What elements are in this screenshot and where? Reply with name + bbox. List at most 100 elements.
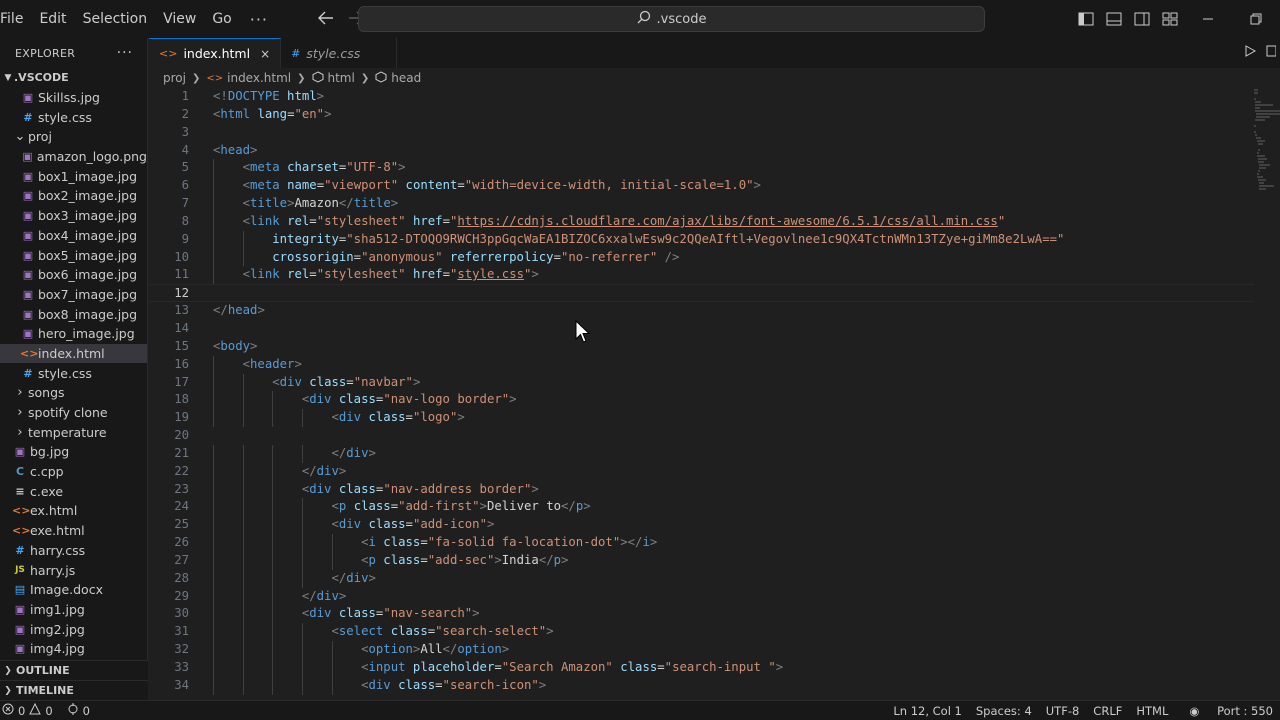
close-icon[interactable]: × — [260, 47, 270, 61]
code-line[interactable]: 8 <link rel="stylesheet" href="https://c… — [149, 212, 1254, 231]
tree-item[interactable]: ▣ box4_image.jpg — [0, 226, 147, 246]
tree-item[interactable]: ▣ box3_image.jpg — [0, 206, 147, 226]
tree-item[interactable]: › temperature — [0, 422, 147, 442]
explorer-root-folder[interactable]: ▼ .VSCODE — [0, 68, 147, 88]
tree-item[interactable]: ⌄ proj — [0, 127, 147, 147]
indentation[interactable]: Spaces: 4 — [969, 704, 1039, 718]
code-line[interactable]: 23 <div class="nav-address border"> — [149, 480, 1254, 499]
code-line[interactable]: 5 <meta charset="UTF-8"> — [149, 159, 1254, 178]
minimap[interactable] — [1254, 88, 1280, 308]
minimize-icon[interactable] — [1184, 0, 1232, 38]
menu-selection[interactable]: Selection — [75, 0, 156, 38]
live-server-port[interactable]: ◉ Port : 550 — [1175, 704, 1280, 718]
code-line[interactable]: 21 </div> — [149, 444, 1254, 463]
menu-view[interactable]: View — [155, 0, 204, 38]
customize-layout-icon[interactable] — [1156, 0, 1184, 38]
code-line[interactable]: 16 <header> — [149, 355, 1254, 374]
minimap-line — [1256, 137, 1262, 139]
split-editor-icon[interactable] — [1266, 45, 1277, 61]
code-line[interactable]: 14 — [149, 320, 1254, 338]
code-line[interactable]: 28 </div> — [149, 569, 1254, 588]
tree-item[interactable]: <> exe.html — [0, 521, 147, 541]
code-line[interactable]: 2 <html lang="en"> — [149, 106, 1254, 124]
outline-section[interactable]: ❯ OUTLINE — [0, 660, 148, 680]
tree-item[interactable]: ▣ hero_image.jpg — [0, 324, 147, 344]
tab-style-css[interactable]: # style.css — [281, 38, 398, 68]
encoding[interactable]: UTF-8 — [1039, 704, 1087, 718]
code-line[interactable]: 33 <input placeholder="Search Amazon" cl… — [149, 659, 1254, 677]
cursor-position[interactable]: Ln 12, Col 1 — [886, 704, 969, 718]
timeline-section[interactable]: ❯ TIMELINE — [0, 680, 148, 700]
tree-item[interactable]: ▣ box6_image.jpg — [0, 265, 147, 285]
toggle-secondary-sidebar-icon[interactable] — [1128, 0, 1156, 38]
code-line[interactable]: 30 <div class="nav-search"> — [149, 605, 1254, 624]
tree-item[interactable]: # style.css — [0, 107, 147, 127]
tree-item[interactable]: ▤ Image.docx — [0, 580, 147, 600]
code-line[interactable]: 11 <link rel="stylesheet" href="style.cs… — [149, 266, 1254, 285]
explorer-more-icon[interactable]: ··· — [117, 45, 133, 61]
code-line[interactable]: 17 <div class="navbar"> — [149, 373, 1254, 392]
command-center-search[interactable]: .vscode — [358, 6, 985, 32]
restore-icon[interactable] — [1232, 0, 1280, 38]
code-line[interactable]: 12 — [149, 284, 1254, 303]
code-line[interactable]: 1 <!DOCTYPE html> — [149, 88, 1254, 106]
status-problems[interactable]: 0 0 0 — [0, 702, 90, 718]
tab-index-html[interactable]: <> index.html × — [149, 38, 282, 68]
menu-more-icon[interactable]: ··· — [240, 10, 278, 29]
code-line[interactable]: 25 <div class="add-icon"> — [149, 516, 1254, 535]
code-line[interactable]: 4 <head> — [149, 142, 1254, 160]
menu-file[interactable]: File — [0, 0, 31, 38]
run-icon[interactable] — [1244, 45, 1257, 61]
code-line[interactable]: 6 <meta name="viewport" content="width=d… — [149, 177, 1254, 196]
tree-item[interactable]: ▣ box8_image.jpg — [0, 304, 147, 324]
code-line[interactable]: 7 <title>Amazon</title> — [149, 195, 1254, 213]
code-line[interactable]: 32 <option>All</option> — [149, 641, 1254, 659]
tree-item[interactable]: ▣ box7_image.jpg — [0, 285, 147, 305]
tree-item[interactable]: Cc.cpp — [0, 462, 147, 482]
tree-item[interactable]: ▣ box1_image.jpg — [0, 166, 147, 186]
tree-item[interactable]: ▣ img2.jpg — [0, 619, 147, 639]
code-line[interactable]: 22 </div> — [149, 462, 1254, 481]
tree-item[interactable]: ▣ bg.jpg — [0, 442, 147, 462]
tree-item[interactable]: JS harry.js — [0, 560, 147, 580]
toggle-primary-sidebar-icon[interactable] — [1072, 0, 1100, 38]
tree-item[interactable]: <> ex.html — [0, 501, 147, 521]
tree-item[interactable]: # style.css — [0, 363, 147, 383]
language-mode[interactable]: HTML — [1129, 704, 1175, 718]
code-line[interactable]: 20 — [149, 427, 1254, 445]
tree-item[interactable]: ▣ img4.jpg — [0, 639, 147, 659]
breadcrumb-item-proj[interactable]: proj — [163, 71, 186, 85]
code-line[interactable]: 19 <div class="logo"> — [149, 409, 1254, 428]
code-line[interactable]: 34 <div class="search-icon"> — [149, 676, 1254, 695]
breadcrumb-item-index-html[interactable]: index.html — [227, 71, 291, 85]
tree-item[interactable]: › songs — [0, 383, 147, 403]
code-line[interactable]: 31 <select class="search-select"> — [149, 623, 1254, 642]
arrow-left-icon[interactable] — [316, 10, 336, 29]
tree-item[interactable]: <> index.html — [0, 343, 147, 364]
code-line[interactable]: 9 integrity="sha512-DTOQO9RWCH3ppGqcWaEA… — [149, 230, 1254, 249]
code-line[interactable]: 18 <div class="nav-logo border"> — [149, 391, 1254, 410]
end-of-line[interactable]: CRLF — [1086, 704, 1129, 718]
code-editor[interactable]: 1 <!DOCTYPE html> 2 <html lang="en"> 3 4 <head… — [149, 88, 1254, 700]
code-line[interactable]: 10 crossorigin="anonymous" referrerpolic… — [149, 248, 1254, 267]
tree-item[interactable]: ≡ c.exe — [0, 481, 147, 501]
code-line[interactable]: 27 <p class="add-sec">India</p> — [149, 551, 1254, 570]
tree-item[interactable]: ▣ amazon_logo.png — [0, 147, 147, 167]
tree-item[interactable]: ▣ img1.jpg — [0, 600, 147, 620]
code-line[interactable]: 15 <body> — [149, 338, 1254, 356]
tree-item[interactable]: ▣ box5_image.jpg — [0, 245, 147, 265]
code-line[interactable]: 26 <i class="fa-solid fa-location-dot"><… — [149, 534, 1254, 552]
menu-edit[interactable]: Edit — [31, 0, 74, 38]
toggle-panel-icon[interactable] — [1100, 0, 1128, 38]
tree-item[interactable]: # harry.css — [0, 541, 147, 561]
code-line[interactable]: 24 <p class="add-first">Deliver to</p> — [149, 498, 1254, 517]
tree-item[interactable]: › spotify clone — [0, 403, 147, 423]
tree-item[interactable]: ▣ Skillss.jpg — [0, 88, 147, 108]
breadcrumb-item-head[interactable]: head — [391, 71, 421, 85]
code-line[interactable]: 29 </div> — [149, 587, 1254, 606]
code-line[interactable]: 13 </head> — [149, 302, 1254, 320]
menu-go[interactable]: Go — [204, 0, 239, 38]
code-line[interactable]: 3 — [149, 124, 1254, 142]
breadcrumb-item-html[interactable]: html — [328, 71, 355, 85]
tree-item[interactable]: ▣ box2_image.jpg — [0, 186, 147, 206]
